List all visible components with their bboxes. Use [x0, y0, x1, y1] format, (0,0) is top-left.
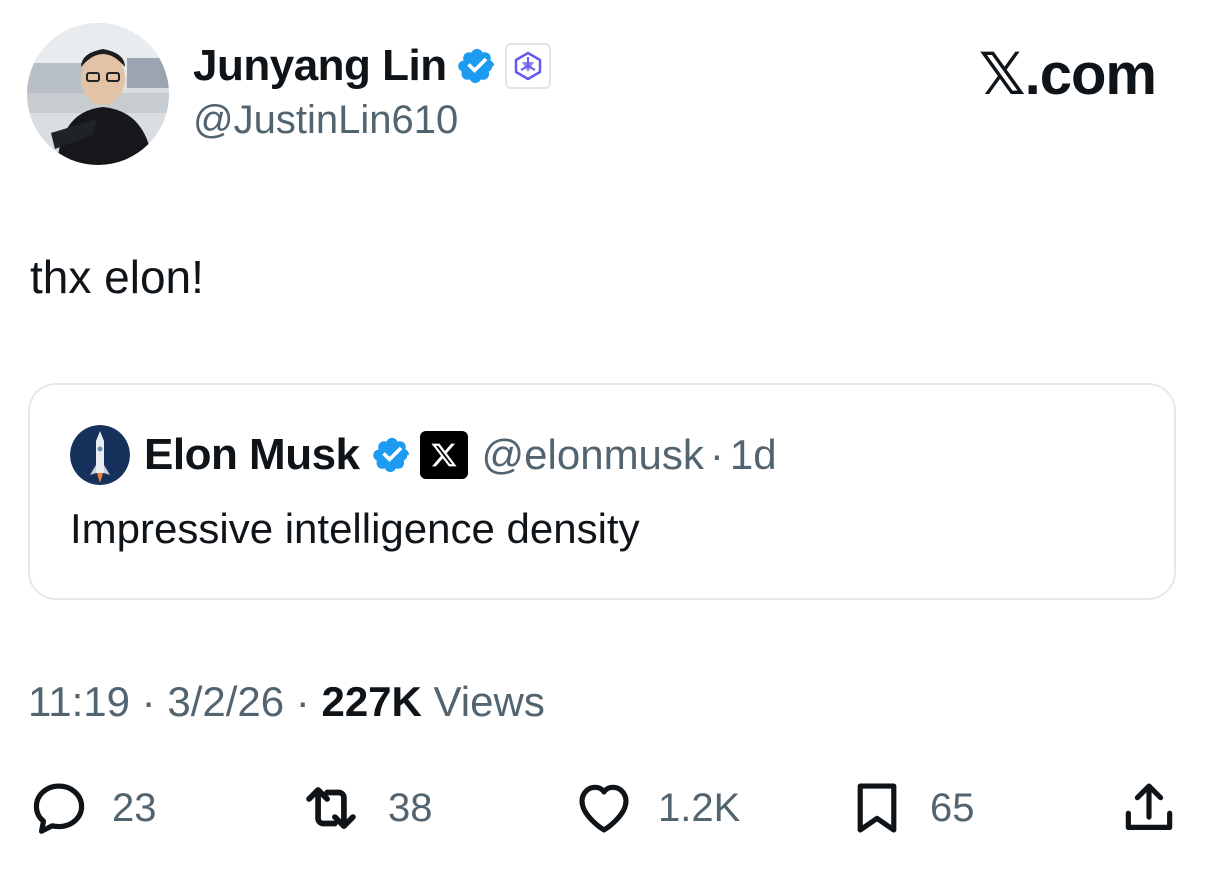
tweet-date[interactable]: 3/2/26 [167, 678, 284, 725]
author-name-row: Junyang Lin [193, 38, 551, 94]
repost-button[interactable]: 38 [296, 770, 433, 846]
rocket-avatar-image [70, 425, 130, 485]
author-avatar-photo [27, 23, 169, 165]
quoted-tweet-header: Elon Musk @elonmusk · 1d [70, 425, 777, 485]
author-avatar[interactable] [27, 23, 169, 165]
brand-logo: 𝕏.com [978, 42, 1157, 107]
tweet-text: thx elon! [30, 251, 204, 303]
x-logo-icon[interactable] [419, 431, 468, 479]
like-button[interactable]: 1.2K [572, 770, 740, 846]
author-handle[interactable]: @JustinLin610 [193, 98, 458, 143]
bookmark-button[interactable]: 65 [846, 770, 975, 846]
action-bar: 23 38 1.2K 65 [0, 770, 1206, 846]
tweet-time[interactable]: 11:19 [28, 678, 130, 725]
author-name[interactable]: Junyang Lin [193, 41, 447, 91]
heart-icon [579, 784, 629, 833]
quoted-separator: · [709, 431, 724, 478]
repost-icon [306, 787, 356, 829]
reply-count: 23 [112, 785, 157, 830]
reply-button[interactable]: 23 [28, 770, 157, 846]
quoted-tweet-age[interactable]: 1d [730, 431, 777, 479]
verified-check-icon[interactable] [457, 46, 497, 86]
share-icon [1125, 783, 1173, 830]
meta-separator: · [295, 678, 310, 725]
bookmark-count: 65 [930, 785, 975, 830]
share-button[interactable] [1118, 770, 1180, 846]
views-count[interactable]: 227K [321, 678, 421, 725]
quoted-tweet-card[interactable]: Elon Musk @elonmusk · 1d Impressive inte… [28, 383, 1176, 600]
tweet-meta: 11:19 · 3/2/26 · 227K Views [28, 678, 545, 726]
reply-icon [33, 783, 85, 834]
bookmark-icon [857, 783, 897, 833]
quoted-author-avatar[interactable] [70, 425, 130, 485]
quoted-author-handle[interactable]: @elonmusk [482, 431, 704, 479]
quoted-tweet-text: Impressive intelligence density [70, 505, 640, 552]
views-label: Views [433, 678, 545, 725]
quoted-author-name[interactable]: Elon Musk [144, 430, 360, 480]
quoted-verified-check-icon[interactable] [372, 435, 412, 475]
repost-count: 38 [388, 785, 433, 830]
qwen-logo-icon[interactable] [504, 43, 551, 89]
like-count: 1.2K [658, 785, 741, 830]
meta-separator: · [141, 678, 156, 725]
